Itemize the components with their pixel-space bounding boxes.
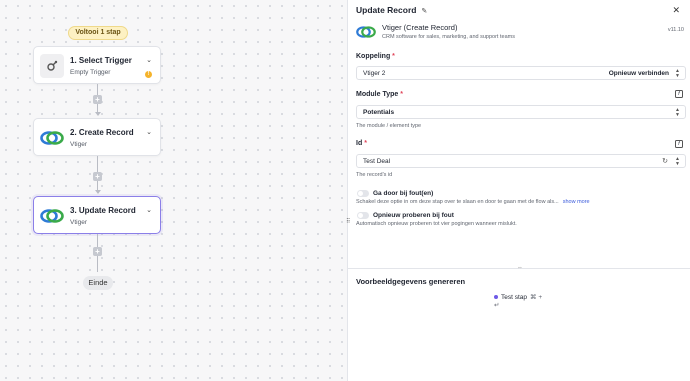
node-title: 1. Select Trigger [70,56,132,65]
add-step-button[interactable]: + [93,247,102,256]
node-title: 2. Create Record [70,128,134,137]
panel-title: Update Record [356,5,417,15]
module-type-value: Potentials [363,109,395,116]
drag-handle-icon[interactable]: ⠿ [346,218,350,225]
sample-data-title: Voorbeeldgegevens genereren [356,277,466,286]
panel-header: Update Record ✎ ✕ [356,5,684,17]
edit-icon[interactable]: ✎ [421,7,427,15]
retry-on-failure-toggle[interactable] [357,212,369,219]
vtiger-logo-icon [356,22,376,42]
refresh-icon[interactable]: ↻ [662,157,668,165]
module-type-hint: The module / element type [356,123,422,129]
app-description: CRM software for sales, marketing, and s… [382,34,515,40]
formula-icon[interactable]: f [675,90,683,98]
updown-icon: ▲ ▼ [675,156,680,167]
resize-grip-icon[interactable]: ⇔ [517,265,523,271]
vtiger-logo-icon [40,204,64,228]
show-more-link[interactable]: show more [563,199,590,205]
node-title: 3. Update Record [70,206,136,215]
id-select[interactable]: Test Deal ↻ ▲ ▼ [356,154,686,168]
continue-on-failure-label: Ga door bij fout(en) [373,190,434,197]
end-node: Einde [83,276,113,290]
close-icon[interactable]: ✕ [672,5,680,16]
reconnect-button[interactable]: Opnieuw verbinden [609,70,669,77]
continue-on-failure-desc: Schakel deze optie in om deze stap over … [356,199,590,205]
koppeling-value: Vtiger 2 [363,70,386,77]
chevron-down-icon[interactable]: ⌄ [146,128,152,136]
koppeling-label: Koppeling * [356,53,395,60]
id-hint: The record's id [356,172,393,178]
retry-on-failure-label: Opnieuw proberen bij fout [373,212,454,219]
vtiger-logo-icon [40,126,64,150]
test-step-button[interactable]: Test stap ⌘ + ↵ [494,293,548,309]
flow-node-create-record[interactable]: 2. Create Record Vtiger ⌄ [33,118,161,156]
updown-icon: ▲ ▼ [675,68,680,79]
chevron-down-icon[interactable]: ⌄ [146,206,152,214]
flow-node-select-trigger[interactable]: 1. Select Trigger Empty Trigger ⌄ ! [33,46,161,84]
updown-icon: ▲ ▼ [675,107,680,118]
id-value: Test Deal [363,158,391,165]
retry-on-failure-desc: Automatisch opnieuw proberen tot vier po… [356,221,517,227]
node-subtitle: Vtiger [70,141,87,148]
arrow-icon [94,112,101,116]
complete-step-pill[interactable]: Voltooi 1 stap [68,26,128,40]
add-step-button[interactable]: + [93,172,102,181]
app-info: Vtiger (Create Record) CRM software for … [356,22,684,42]
arrow-icon [94,190,101,194]
node-subtitle: Vtiger [70,219,87,226]
chevron-down-icon[interactable]: ⌄ [146,56,152,64]
formula-icon[interactable]: f [675,140,683,148]
warning-icon: ! [145,71,152,78]
app-version: v11.10 [667,27,684,33]
app-name: Vtiger (Create Record) [382,23,458,32]
flow-node-update-record[interactable]: 3. Update Record Vtiger ⌄ [33,196,161,234]
flow-canvas[interactable]: Voltooi 1 stap 1. Select Trigger Empty T… [0,0,348,381]
trigger-icon [40,54,64,78]
add-step-button[interactable]: + [93,95,102,104]
node-subtitle: Empty Trigger [70,69,111,76]
koppeling-select[interactable]: Vtiger 2 Opnieuw verbinden ▲ ▼ [356,66,686,80]
module-type-select[interactable]: Potentials ▲ ▼ [356,105,686,119]
module-type-label: Module Type * [356,91,403,98]
continue-on-failure-toggle[interactable] [357,190,369,197]
test-dot-icon [494,295,498,300]
id-label: Id * [356,140,367,147]
